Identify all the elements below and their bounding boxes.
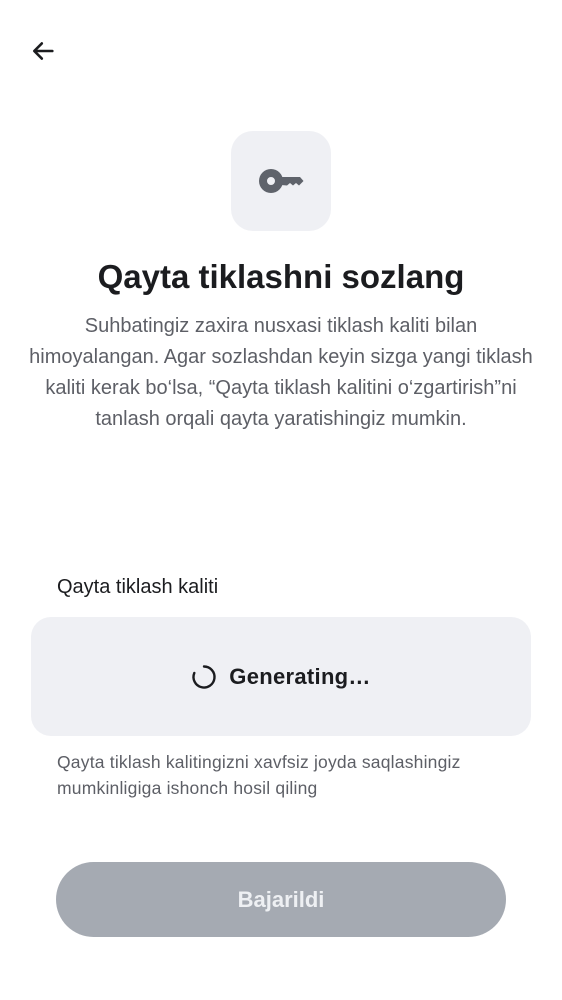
key-icon-tile xyxy=(231,131,331,231)
done-button[interactable]: Bajarildi xyxy=(56,862,506,937)
recovery-setup-screen: Qayta tiklashni sozlang Suhbatingiz zaxi… xyxy=(0,0,562,1000)
spinner-icon xyxy=(191,664,217,690)
page-title: Qayta tiklashni sozlang xyxy=(97,258,465,295)
back-button[interactable] xyxy=(20,28,66,74)
recovery-key-box: Generating… xyxy=(31,617,531,736)
arrow-left-icon xyxy=(32,42,54,60)
page-description: Suhbatingiz zaxira nusxasi tiklash kalit… xyxy=(29,315,533,430)
generating-status-text: Generating… xyxy=(229,663,371,689)
recovery-key-label: Qayta tiklash kaliti xyxy=(57,576,219,598)
key-icon xyxy=(259,169,304,193)
recovery-key-hint: Qayta tiklash kalitingizni xavfsiz joyda… xyxy=(57,752,461,798)
